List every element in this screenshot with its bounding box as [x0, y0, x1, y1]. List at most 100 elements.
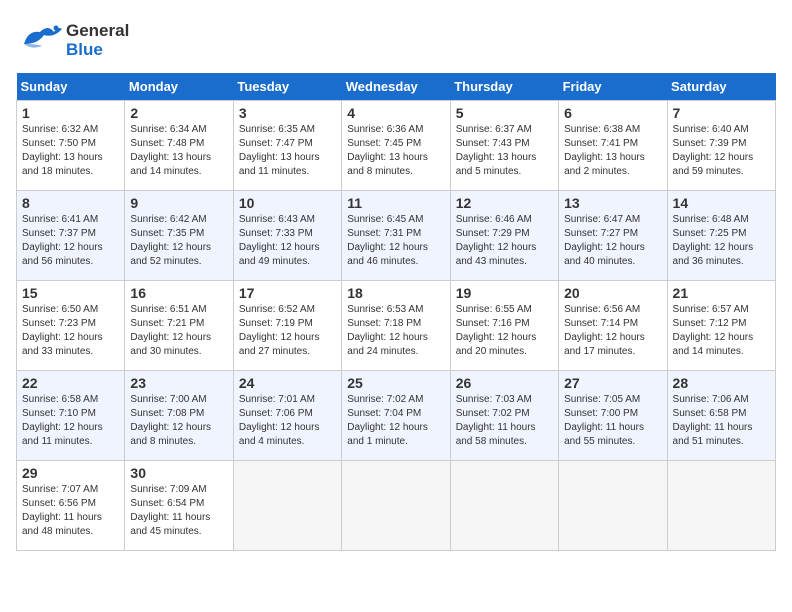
- calendar-day-6: 6 Sunrise: 6:38 AM Sunset: 7:41 PM Dayli…: [559, 101, 667, 191]
- calendar-day-2: 2 Sunrise: 6:34 AM Sunset: 7:48 PM Dayli…: [125, 101, 233, 191]
- calendar-day-7: 7 Sunrise: 6:40 AM Sunset: 7:39 PM Dayli…: [667, 101, 775, 191]
- day-number: 30: [130, 465, 227, 481]
- day-number: 19: [456, 285, 553, 301]
- empty-cell: [667, 461, 775, 551]
- day-number: 12: [456, 195, 553, 211]
- day-number: 4: [347, 105, 444, 121]
- calendar-week-row: 22 Sunrise: 6:58 AM Sunset: 7:10 PM Dayl…: [17, 371, 776, 461]
- day-info: Sunrise: 7:05 AM Sunset: 7:00 PM Dayligh…: [564, 393, 661, 449]
- col-header-monday: Monday: [125, 73, 233, 101]
- day-info: Sunrise: 6:35 AM Sunset: 7:47 PM Dayligh…: [239, 123, 336, 179]
- day-info: Sunrise: 6:41 AM Sunset: 7:37 PM Dayligh…: [22, 213, 119, 269]
- col-header-sunday: Sunday: [17, 73, 125, 101]
- calendar-day-17: 17 Sunrise: 6:52 AM Sunset: 7:19 PM Dayl…: [233, 281, 341, 371]
- empty-cell: [233, 461, 341, 551]
- empty-cell: [450, 461, 558, 551]
- calendar-table: SundayMondayTuesdayWednesdayThursdayFrid…: [16, 73, 776, 551]
- calendar-day-14: 14 Sunrise: 6:48 AM Sunset: 7:25 PM Dayl…: [667, 191, 775, 281]
- calendar-day-13: 13 Sunrise: 6:47 AM Sunset: 7:27 PM Dayl…: [559, 191, 667, 281]
- day-info: Sunrise: 6:43 AM Sunset: 7:33 PM Dayligh…: [239, 213, 336, 269]
- day-info: Sunrise: 7:02 AM Sunset: 7:04 PM Dayligh…: [347, 393, 444, 449]
- calendar-day-10: 10 Sunrise: 6:43 AM Sunset: 7:33 PM Dayl…: [233, 191, 341, 281]
- calendar-week-row: 8 Sunrise: 6:41 AM Sunset: 7:37 PM Dayli…: [17, 191, 776, 281]
- logo-icon: [16, 16, 66, 65]
- day-number: 23: [130, 375, 227, 391]
- calendar-day-19: 19 Sunrise: 6:55 AM Sunset: 7:16 PM Dayl…: [450, 281, 558, 371]
- day-info: Sunrise: 7:00 AM Sunset: 7:08 PM Dayligh…: [130, 393, 227, 449]
- day-number: 28: [673, 375, 770, 391]
- day-number: 7: [673, 105, 770, 121]
- day-number: 24: [239, 375, 336, 391]
- calendar-day-9: 9 Sunrise: 6:42 AM Sunset: 7:35 PM Dayli…: [125, 191, 233, 281]
- calendar-day-12: 12 Sunrise: 6:46 AM Sunset: 7:29 PM Dayl…: [450, 191, 558, 281]
- col-header-wednesday: Wednesday: [342, 73, 450, 101]
- day-number: 11: [347, 195, 444, 211]
- calendar-day-23: 23 Sunrise: 7:00 AM Sunset: 7:08 PM Dayl…: [125, 371, 233, 461]
- day-info: Sunrise: 7:09 AM Sunset: 6:54 PM Dayligh…: [130, 483, 227, 539]
- day-number: 18: [347, 285, 444, 301]
- day-info: Sunrise: 6:53 AM Sunset: 7:18 PM Dayligh…: [347, 303, 444, 359]
- empty-cell: [342, 461, 450, 551]
- day-info: Sunrise: 6:37 AM Sunset: 7:43 PM Dayligh…: [456, 123, 553, 179]
- calendar-day-25: 25 Sunrise: 7:02 AM Sunset: 7:04 PM Dayl…: [342, 371, 450, 461]
- day-number: 2: [130, 105, 227, 121]
- calendar-day-1: 1 Sunrise: 6:32 AM Sunset: 7:50 PM Dayli…: [17, 101, 125, 191]
- day-number: 20: [564, 285, 661, 301]
- day-info: Sunrise: 7:01 AM Sunset: 7:06 PM Dayligh…: [239, 393, 336, 449]
- day-number: 22: [22, 375, 119, 391]
- calendar-week-row: 15 Sunrise: 6:50 AM Sunset: 7:23 PM Dayl…: [17, 281, 776, 371]
- calendar-day-5: 5 Sunrise: 6:37 AM Sunset: 7:43 PM Dayli…: [450, 101, 558, 191]
- day-info: Sunrise: 6:36 AM Sunset: 7:45 PM Dayligh…: [347, 123, 444, 179]
- day-info: Sunrise: 6:52 AM Sunset: 7:19 PM Dayligh…: [239, 303, 336, 359]
- day-number: 21: [673, 285, 770, 301]
- day-number: 9: [130, 195, 227, 211]
- day-info: Sunrise: 6:38 AM Sunset: 7:41 PM Dayligh…: [564, 123, 661, 179]
- calendar-week-row: 29 Sunrise: 7:07 AM Sunset: 6:56 PM Dayl…: [17, 461, 776, 551]
- calendar-day-28: 28 Sunrise: 7:06 AM Sunset: 6:58 PM Dayl…: [667, 371, 775, 461]
- calendar-week-row: 1 Sunrise: 6:32 AM Sunset: 7:50 PM Dayli…: [17, 101, 776, 191]
- day-info: Sunrise: 6:45 AM Sunset: 7:31 PM Dayligh…: [347, 213, 444, 269]
- day-info: Sunrise: 6:32 AM Sunset: 7:50 PM Dayligh…: [22, 123, 119, 179]
- day-number: 14: [673, 195, 770, 211]
- day-number: 13: [564, 195, 661, 211]
- day-info: Sunrise: 6:57 AM Sunset: 7:12 PM Dayligh…: [673, 303, 770, 359]
- calendar-header-row: SundayMondayTuesdayWednesdayThursdayFrid…: [17, 73, 776, 101]
- day-number: 29: [22, 465, 119, 481]
- empty-cell: [559, 461, 667, 551]
- calendar-day-18: 18 Sunrise: 6:53 AM Sunset: 7:18 PM Dayl…: [342, 281, 450, 371]
- calendar-day-26: 26 Sunrise: 7:03 AM Sunset: 7:02 PM Dayl…: [450, 371, 558, 461]
- col-header-thursday: Thursday: [450, 73, 558, 101]
- day-info: Sunrise: 6:58 AM Sunset: 7:10 PM Dayligh…: [22, 393, 119, 449]
- day-number: 8: [22, 195, 119, 211]
- day-info: Sunrise: 6:55 AM Sunset: 7:16 PM Dayligh…: [456, 303, 553, 359]
- page-header: General Blue: [16, 16, 776, 65]
- day-info: Sunrise: 6:56 AM Sunset: 7:14 PM Dayligh…: [564, 303, 661, 359]
- day-number: 16: [130, 285, 227, 301]
- day-info: Sunrise: 6:48 AM Sunset: 7:25 PM Dayligh…: [673, 213, 770, 269]
- day-number: 26: [456, 375, 553, 391]
- calendar-day-29: 29 Sunrise: 7:07 AM Sunset: 6:56 PM Dayl…: [17, 461, 125, 551]
- calendar-day-27: 27 Sunrise: 7:05 AM Sunset: 7:00 PM Dayl…: [559, 371, 667, 461]
- day-number: 25: [347, 375, 444, 391]
- calendar-day-16: 16 Sunrise: 6:51 AM Sunset: 7:21 PM Dayl…: [125, 281, 233, 371]
- day-number: 6: [564, 105, 661, 121]
- day-number: 1: [22, 105, 119, 121]
- day-info: Sunrise: 6:46 AM Sunset: 7:29 PM Dayligh…: [456, 213, 553, 269]
- calendar-day-21: 21 Sunrise: 6:57 AM Sunset: 7:12 PM Dayl…: [667, 281, 775, 371]
- col-header-friday: Friday: [559, 73, 667, 101]
- logo: General Blue: [16, 16, 129, 65]
- calendar-day-3: 3 Sunrise: 6:35 AM Sunset: 7:47 PM Dayli…: [233, 101, 341, 191]
- calendar-day-24: 24 Sunrise: 7:01 AM Sunset: 7:06 PM Dayl…: [233, 371, 341, 461]
- day-number: 17: [239, 285, 336, 301]
- day-number: 15: [22, 285, 119, 301]
- calendar-day-4: 4 Sunrise: 6:36 AM Sunset: 7:45 PM Dayli…: [342, 101, 450, 191]
- day-number: 27: [564, 375, 661, 391]
- col-header-saturday: Saturday: [667, 73, 775, 101]
- calendar-day-11: 11 Sunrise: 6:45 AM Sunset: 7:31 PM Dayl…: [342, 191, 450, 281]
- logo-text-block: General Blue: [66, 22, 129, 59]
- day-info: Sunrise: 6:40 AM Sunset: 7:39 PM Dayligh…: [673, 123, 770, 179]
- day-info: Sunrise: 6:47 AM Sunset: 7:27 PM Dayligh…: [564, 213, 661, 269]
- calendar-day-20: 20 Sunrise: 6:56 AM Sunset: 7:14 PM Dayl…: [559, 281, 667, 371]
- day-info: Sunrise: 6:50 AM Sunset: 7:23 PM Dayligh…: [22, 303, 119, 359]
- day-info: Sunrise: 7:03 AM Sunset: 7:02 PM Dayligh…: [456, 393, 553, 449]
